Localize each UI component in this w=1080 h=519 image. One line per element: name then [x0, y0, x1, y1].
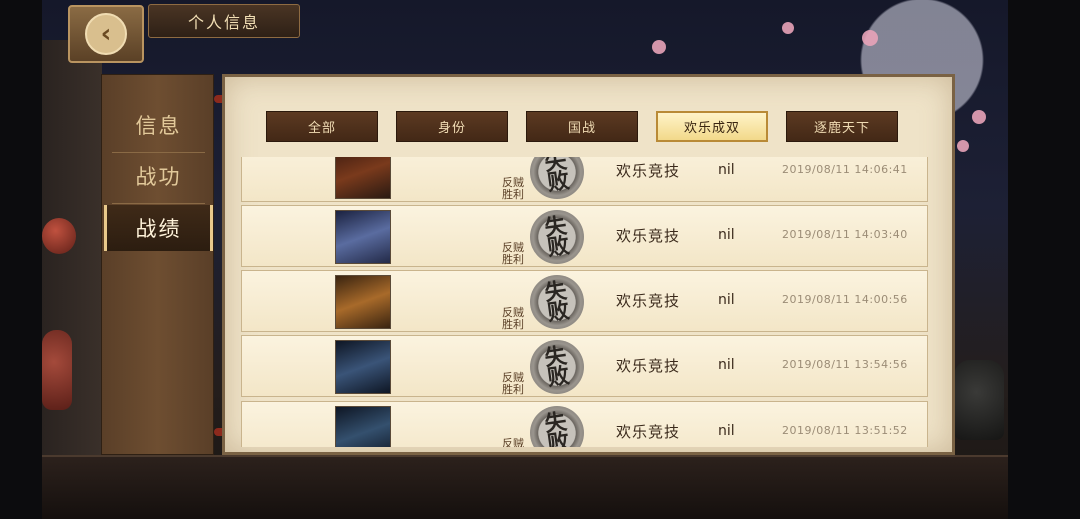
vase-decoration [42, 330, 72, 410]
result-tag: 反贼胜利 [488, 372, 528, 396]
tab-national-war[interactable]: 国战 [526, 111, 638, 142]
hero-avatar [335, 406, 391, 447]
game-mode: 欢乐竞技 [616, 227, 681, 245]
result-tag: 反贼胜利 [488, 177, 528, 201]
record-row[interactable]: 反贼 胜利 失败 欢乐竞技 nil 2019/08/11 14:03:40 [241, 205, 928, 267]
hero-avatar [335, 340, 391, 394]
blossom [782, 22, 794, 34]
defeat-stamp-icon: 失败 [530, 275, 584, 329]
game-mode: 欢乐竞技 [616, 292, 681, 310]
hero-avatar [335, 275, 391, 329]
tab-zhulu[interactable]: 逐鹿天下 [786, 111, 898, 142]
records-panel: 全部 身份 国战 欢乐成双 逐鹿天下 反贼 胜利 失败 欢乐竞技 nil 2019… [222, 74, 955, 455]
record-row[interactable]: 反贼 胜利 失败 欢乐竞技 nil 2019/08/11 14:06:41 [241, 157, 928, 202]
record-value: nil [718, 292, 735, 308]
result-tag: 反贼胜利 [488, 307, 528, 331]
blossom [972, 110, 986, 124]
result-tag: 反贼胜利 [488, 242, 528, 266]
record-time: 2019/08/11 14:03:40 [782, 228, 908, 241]
tab-happy-double[interactable]: 欢乐成双 [656, 111, 768, 142]
page-title: 个人信息 [148, 4, 300, 38]
back-button[interactable]: ‹ [68, 5, 144, 63]
record-value: nil [718, 357, 735, 373]
floor [42, 455, 1008, 519]
game-mode: 欢乐竞技 [616, 357, 681, 375]
nav-divider [112, 203, 205, 204]
record-time: 2019/08/11 13:51:52 [782, 424, 908, 437]
game-mode: 欢乐竞技 [616, 162, 681, 180]
blossom [652, 40, 666, 54]
record-value: nil [718, 227, 735, 243]
nav-item-info[interactable]: 信息 [102, 102, 215, 148]
defeat-stamp-icon: 失败 [530, 157, 584, 199]
defeat-stamp-icon: 失败 [530, 406, 584, 447]
record-row[interactable]: 反贼 胜利 失败 欢乐竞技 nil 2019/08/11 14:00:56 [241, 270, 928, 332]
nav-item-record[interactable]: 战绩 [104, 205, 213, 251]
hero-avatar [335, 210, 391, 264]
record-time: 2019/08/11 14:06:41 [782, 163, 908, 176]
side-nav: 信息 战功 战绩 [101, 74, 214, 455]
record-value: nil [718, 423, 735, 439]
record-time: 2019/08/11 13:54:56 [782, 358, 908, 371]
game-mode: 欢乐竞技 [616, 423, 681, 441]
defeat-stamp-icon: 失败 [530, 210, 584, 264]
record-time: 2019/08/11 14:00:56 [782, 293, 908, 306]
blossom [957, 140, 969, 152]
defeat-stamp-icon: 失败 [530, 340, 584, 394]
tab-all[interactable]: 全部 [266, 111, 378, 142]
blossom [862, 30, 878, 46]
record-row[interactable]: 反贼 胜利 失败 欢乐竞技 nil 2019/08/11 13:54:56 [241, 335, 928, 397]
record-row[interactable]: 反贼胜利 失败 欢乐竞技 nil 2019/08/11 13:51:52 [241, 401, 928, 447]
back-arrow-icon: ‹ [85, 13, 127, 55]
tab-identity[interactable]: 身份 [396, 111, 508, 142]
vase-decoration-right [954, 360, 1004, 440]
record-list[interactable]: 反贼 胜利 失败 欢乐竞技 nil 2019/08/11 14:06:41 反贼胜… [241, 157, 928, 447]
record-value: nil [718, 162, 735, 178]
result-tag: 反贼胜利 [488, 438, 528, 447]
nav-item-merit[interactable]: 战功 [102, 153, 215, 199]
hero-avatar [335, 157, 391, 199]
pot-decoration [42, 218, 76, 254]
